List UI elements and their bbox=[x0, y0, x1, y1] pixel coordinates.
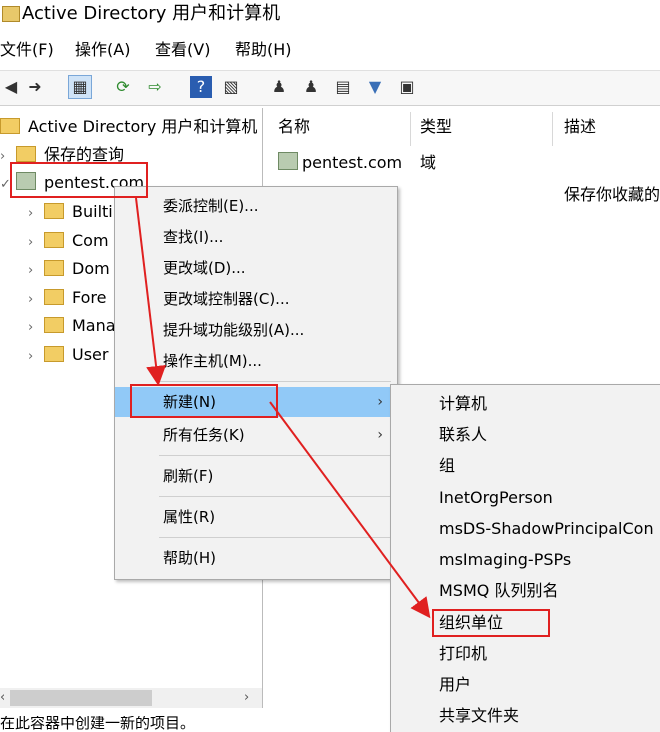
menu-item-raise-level[interactable]: 提升域功能级别(A)... bbox=[115, 315, 397, 345]
submenu-item-inetorgperson[interactable]: InetOrgPerson bbox=[439, 487, 553, 509]
submenu-item-msmq-alias[interactable]: MSMQ 队列别名 bbox=[439, 580, 558, 602]
menu-item-operations-masters[interactable]: 操作主机(M)... bbox=[115, 346, 397, 376]
folder-icon bbox=[44, 203, 64, 219]
submenu-arrow-icon: › bbox=[377, 394, 383, 410]
tree-root-label: Active Directory 用户和计算机 bbox=[28, 117, 258, 136]
menu-item-refresh[interactable]: 刷新(F) bbox=[115, 461, 397, 491]
menu-separator bbox=[159, 381, 391, 382]
status-bar: 在此容器中创建一新的项目。 bbox=[0, 716, 196, 731]
submenu-item-shadow-principal[interactable]: msDS-ShadowPrincipalCon bbox=[439, 518, 654, 540]
add-ou-icon[interactable]: ▤ bbox=[332, 76, 354, 98]
menu-file[interactable]: 文件(F) bbox=[0, 40, 54, 60]
column-divider[interactable] bbox=[410, 112, 411, 146]
annotation-box-new bbox=[130, 384, 278, 418]
chevron-right-icon[interactable]: › bbox=[28, 232, 40, 254]
menu-action[interactable]: 操作(A) bbox=[75, 40, 130, 60]
menu-item-help[interactable]: 帮助(H) bbox=[115, 543, 397, 573]
ad-root-icon bbox=[0, 118, 20, 134]
folder-icon bbox=[44, 232, 64, 248]
menu-item-change-dc[interactable]: 更改域控制器(C)... bbox=[115, 284, 397, 314]
submenu-item-group[interactable]: 组 bbox=[439, 455, 455, 477]
submenu-item-user[interactable]: 用户 bbox=[439, 674, 471, 696]
export-list-icon[interactable]: ⇨ bbox=[144, 76, 166, 98]
annotation-box-ou bbox=[432, 609, 550, 637]
new-submenu: 计算机 联系人 组 InetOrgPerson msDS-ShadowPrinc… bbox=[390, 384, 660, 732]
tree-item-label: Com bbox=[72, 231, 109, 250]
chevron-right-icon[interactable]: › bbox=[28, 289, 40, 311]
window-title: Active Directory 用户和计算机 bbox=[22, 3, 281, 24]
list-item-name: pentest.com bbox=[302, 153, 403, 172]
scroll-left-icon[interactable]: ‹ bbox=[0, 688, 5, 708]
tree-item-foreign[interactable]: › Fore bbox=[28, 287, 107, 311]
annotation-box-domain bbox=[10, 162, 148, 198]
folder-icon bbox=[44, 260, 64, 276]
ad-app-icon bbox=[2, 6, 20, 22]
folder-icon bbox=[44, 317, 64, 333]
chevron-right-icon[interactable]: › bbox=[28, 260, 40, 282]
domain-icon bbox=[278, 152, 298, 170]
menu-separator bbox=[159, 455, 391, 456]
chevron-right-icon[interactable]: › bbox=[28, 203, 40, 225]
toolbar: ◀ ➜ ▦ ⟳ ⇨ ? ▧ ♟ ♟ ▤ ▼ ▣ bbox=[0, 70, 660, 106]
scrollbar-thumb[interactable] bbox=[10, 690, 152, 706]
context-menu: 委派控制(E)... 查找(I)... 更改域(D)... 更改域控制器(C).… bbox=[114, 186, 398, 580]
submenu-item-msimaging[interactable]: msImaging-PSPs bbox=[439, 549, 571, 571]
find-icon[interactable]: ▣ bbox=[396, 76, 418, 98]
tree-item-users[interactable]: › User bbox=[28, 344, 108, 368]
menu-bar: 文件(F) 操作(A) 查看(V) 帮助(H) bbox=[0, 36, 660, 64]
menu-help[interactable]: 帮助(H) bbox=[235, 40, 292, 60]
folder-icon bbox=[16, 146, 36, 162]
filter-icon[interactable]: ▼ bbox=[364, 76, 386, 98]
forward-arrow-icon[interactable]: ➜ bbox=[24, 76, 46, 98]
folder-icon bbox=[44, 289, 64, 305]
menu-item-delegate-control[interactable]: 委派控制(E)... bbox=[115, 191, 397, 221]
scroll-right-icon[interactable]: › bbox=[244, 688, 249, 708]
tree-item-label: Fore bbox=[72, 288, 107, 307]
submenu-item-shared-folder[interactable]: 共享文件夹 bbox=[439, 705, 519, 727]
submenu-item-printer[interactable]: 打印机 bbox=[439, 643, 487, 665]
submenu-item-contact[interactable]: 联系人 bbox=[439, 424, 487, 446]
tree-item-label: Mana bbox=[72, 316, 116, 335]
tree-item-domain-controllers[interactable]: › Dom bbox=[28, 258, 110, 282]
tree-item-label: Dom bbox=[72, 259, 110, 278]
tree-item-label: User bbox=[72, 345, 109, 364]
menu-separator bbox=[159, 537, 391, 538]
tree-item-computers[interactable]: › Com bbox=[28, 230, 109, 254]
menu-item-change-domain[interactable]: 更改域(D)... bbox=[115, 253, 397, 283]
add-user-icon[interactable]: ♟ bbox=[268, 76, 290, 98]
menu-item-all-tasks[interactable]: 所有任务(K) › bbox=[115, 420, 397, 450]
chevron-right-icon[interactable]: › bbox=[28, 346, 40, 368]
tree-item-builtin[interactable]: › Builti bbox=[28, 201, 113, 225]
folder-icon bbox=[44, 346, 64, 362]
help-icon[interactable]: ? bbox=[190, 76, 212, 98]
column-header-type[interactable]: 类型 bbox=[420, 116, 452, 138]
tree-item-label: Builti bbox=[72, 202, 113, 221]
chevron-right-icon[interactable]: › bbox=[28, 317, 40, 339]
tree-root[interactable]: Active Directory 用户和计算机 bbox=[0, 116, 257, 138]
column-header-name[interactable]: 名称 bbox=[278, 116, 310, 138]
menu-view[interactable]: 查看(V) bbox=[155, 40, 210, 60]
add-group-icon[interactable]: ♟ bbox=[300, 76, 322, 98]
list-item-description: 保存你收藏的 bbox=[564, 185, 660, 204]
column-divider[interactable] bbox=[552, 112, 553, 146]
column-header-description[interactable]: 描述 bbox=[564, 116, 596, 138]
title-bar: Active Directory 用户和计算机 bbox=[0, 0, 660, 32]
menu-separator bbox=[159, 496, 391, 497]
action-pane-icon[interactable]: ▧ bbox=[220, 76, 242, 98]
menu-item-find[interactable]: 查找(I)... bbox=[115, 222, 397, 252]
submenu-item-computer[interactable]: 计算机 bbox=[439, 393, 487, 415]
refresh-icon[interactable]: ⟳ bbox=[112, 76, 134, 98]
menu-item-properties[interactable]: 属性(R) bbox=[115, 502, 397, 532]
list-item[interactable]: pentest.com bbox=[278, 152, 402, 174]
console-tree-icon[interactable]: ▦ bbox=[68, 75, 92, 99]
list-item-type: 域 bbox=[420, 153, 437, 172]
tree-item-managed[interactable]: › Mana bbox=[28, 315, 116, 339]
submenu-arrow-icon: › bbox=[377, 427, 383, 443]
back-arrow-icon[interactable]: ◀ bbox=[0, 76, 22, 98]
